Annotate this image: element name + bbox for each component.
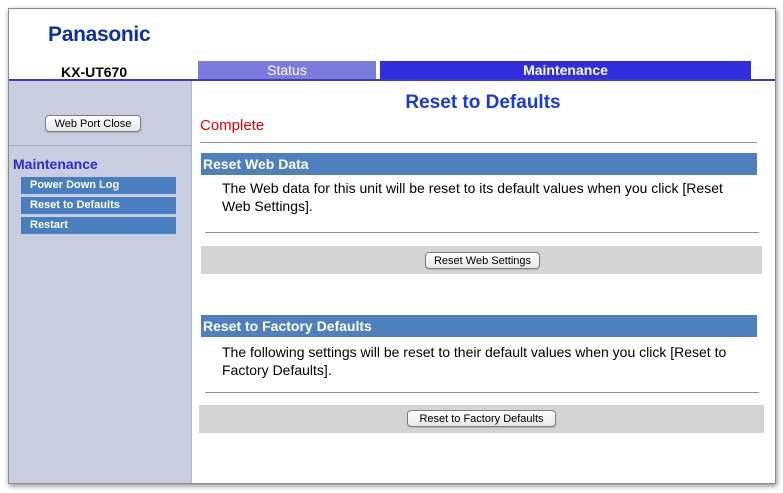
sidebar: Web Port Close Maintenance Power Down Lo… xyxy=(9,81,192,483)
reset-web-heading: Reset Web Data xyxy=(201,153,757,175)
sidebar-item-power-down-log[interactable]: Power Down Log xyxy=(21,177,176,194)
tab-maintenance[interactable]: Maintenance xyxy=(380,61,751,79)
sidebar-heading: Maintenance xyxy=(13,156,98,172)
model-name: KX-UT670 xyxy=(61,64,128,80)
sidebar-divider xyxy=(9,145,191,146)
sidebar-item-restart[interactable]: Restart xyxy=(21,217,176,234)
status-message: Complete xyxy=(200,117,265,134)
reset-factory-heading: Reset to Factory Defaults xyxy=(201,315,757,337)
reset-web-settings-button[interactable]: Reset Web Settings xyxy=(425,252,540,269)
page-title: Reset to Defaults xyxy=(405,92,561,113)
title-divider xyxy=(200,142,757,143)
browser-content-frame: Panasonic KX-UT670 Status Maintenance We… xyxy=(8,8,776,484)
panasonic-logo: Panasonic xyxy=(48,23,151,46)
web-port-close-button[interactable]: Web Port Close xyxy=(45,115,141,132)
reset-to-factory-defaults-button[interactable]: Reset to Factory Defaults xyxy=(407,410,556,427)
reset-web-divider xyxy=(205,232,759,233)
reset-web-description: The Web data for this unit will be reset… xyxy=(222,180,723,214)
tab-status[interactable]: Status xyxy=(198,61,376,79)
reset-factory-divider xyxy=(205,392,759,393)
sidebar-item-reset-to-defaults[interactable]: Reset to Defaults xyxy=(21,197,176,214)
reset-factory-description: The following settings will be reset to … xyxy=(222,344,727,378)
